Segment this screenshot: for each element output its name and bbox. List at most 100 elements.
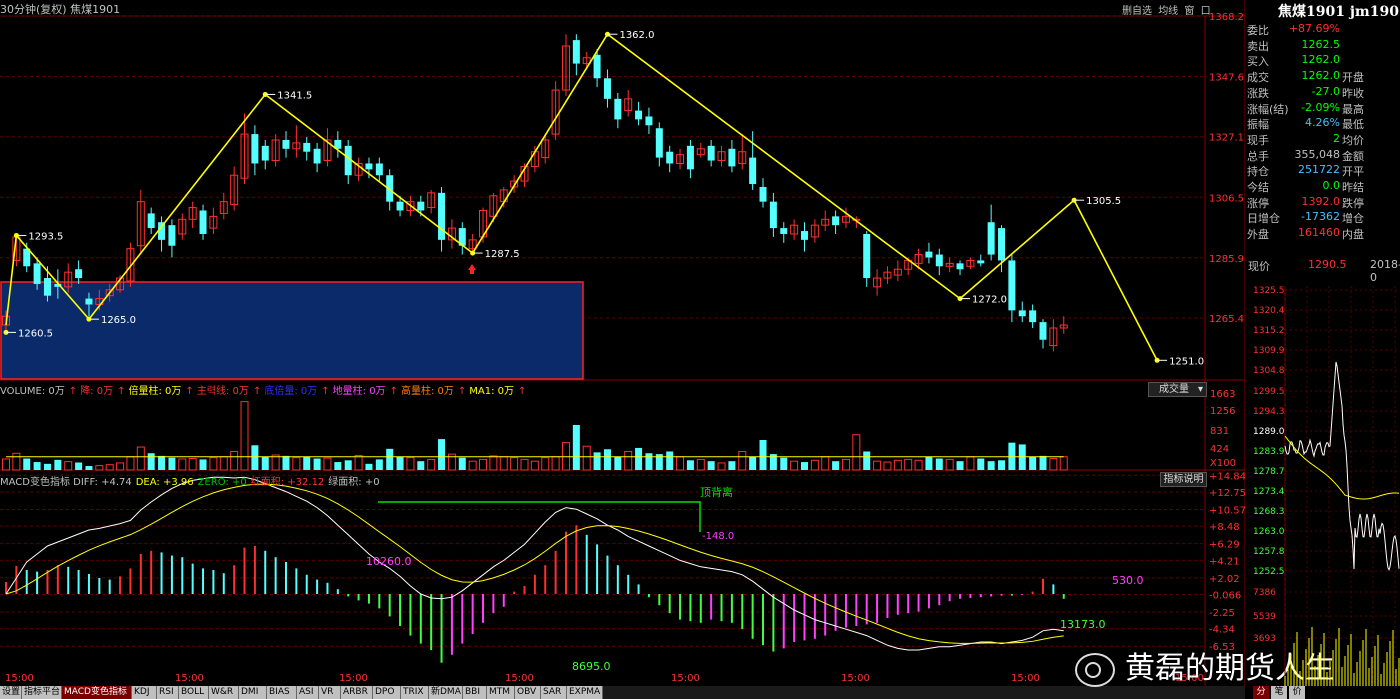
volume-bar [386, 448, 394, 470]
indicator-tab-4[interactable]: RSI [157, 686, 179, 699]
quote-label-2: 昨收 [1342, 86, 1364, 100]
support-zone-box [0, 281, 584, 380]
volume-bar [323, 457, 332, 471]
candle-body [251, 134, 259, 164]
indicator-tab-5[interactable]: BOLL [179, 686, 209, 699]
indicator-tab-9[interactable]: ASI [297, 686, 319, 699]
volume-bar [738, 450, 747, 471]
volume-bar [116, 462, 125, 471]
macd-legend: MACD变色指标 DIFF: +4.74 DEA: +3.96 ZERO: +0 红面… [0, 473, 384, 488]
candle-body [147, 213, 155, 229]
candle-body [832, 216, 840, 226]
candle-body [375, 163, 383, 176]
candle-body [199, 210, 207, 234]
volume-bar [292, 457, 301, 471]
quote-row: 日增仓 -17362 增仓 [1247, 210, 1400, 226]
indicator-tab-2[interactable]: MACD变色指标 [62, 686, 132, 699]
volume-bar [126, 456, 135, 471]
intraday-mini-chart[interactable]: 1325.5 1320.4 1315.2 1309.9 1304.8 1299.5 1294… [1245, 286, 1400, 686]
indicator-tab-10[interactable]: VR [319, 686, 341, 699]
divergence-label: 顶背离 [700, 485, 733, 499]
macd-annotation: 10260.0 [366, 555, 412, 568]
candle-body [1008, 260, 1016, 311]
quote-label-2: 开盘 [1342, 71, 1364, 85]
candle-body [75, 269, 83, 279]
volume-bar [354, 454, 363, 471]
quote-title: 焦煤1901 jm1901 [1278, 4, 1400, 20]
indicator-tab-15[interactable]: BBI [463, 686, 487, 699]
candle-body [1039, 322, 1047, 340]
volume-legend-item: VOLUME: 0万 [0, 386, 65, 397]
volume-bar [136, 446, 145, 471]
volume-bar [977, 458, 985, 470]
indicator-tab-19[interactable]: EXPMA [567, 686, 603, 699]
quote-value: 1392.0 [1301, 194, 1341, 208]
indicator-tab-7[interactable]: DMI [239, 686, 267, 699]
right-tab-2[interactable]: 价 [1289, 686, 1305, 699]
candle-body [85, 298, 93, 305]
volume-bar [624, 450, 633, 471]
candle-body [935, 254, 943, 267]
mini-tick-label: 1309.9 [1253, 346, 1285, 356]
weibo-icon [1075, 652, 1115, 687]
indicator-tab-14[interactable]: 新DMA [429, 686, 463, 699]
volume-bar [489, 455, 498, 471]
volume-bar [645, 453, 653, 470]
volume-bar [499, 456, 508, 471]
price-tick-label: 1285.9 [1209, 254, 1244, 265]
volume-bar [2, 458, 10, 471]
candle-body [780, 228, 788, 234]
candle-body [800, 231, 808, 240]
time-label: 15:00 [841, 673, 870, 684]
macd-legend-item: 绿面积: +0 [328, 477, 380, 488]
candle-body [593, 54, 601, 79]
arrow-up-icon: ↑ [185, 386, 194, 397]
quote-row: 振幅 4.26% 最低 [1247, 116, 1400, 132]
candle-body [987, 222, 995, 255]
indicator-tab-17[interactable]: OBV [515, 686, 541, 699]
indicator-tab-3[interactable]: KDJ [132, 686, 157, 699]
indicator-tab-6[interactable]: W&R [209, 686, 239, 699]
indicator-tab-8[interactable]: BIAS [267, 686, 297, 699]
volume-bar [344, 460, 352, 470]
volume-bar [510, 457, 519, 471]
volume-bar [158, 455, 166, 470]
right-tab-0[interactable]: 分 [1253, 686, 1269, 699]
candle-body [572, 40, 580, 64]
volume-bar [23, 458, 31, 470]
macd-tick-label: -0.066 [1209, 591, 1241, 602]
quote-value: 0.0 [1322, 179, 1341, 192]
candle-body [303, 142, 311, 152]
volume-bar [43, 463, 51, 470]
volume-bar [780, 457, 788, 470]
indicator-tab-1[interactable]: 指标平台 [22, 686, 62, 699]
indicator-tab-0[interactable]: 设置 [0, 686, 22, 699]
macd-tick-label: -4.34 [1209, 625, 1235, 636]
time-label: 15:00 [175, 673, 204, 684]
volume-bar [375, 459, 383, 470]
macd-tick-label: +6.29 [1209, 540, 1240, 551]
candle-body [396, 201, 404, 211]
volume-bar [427, 458, 436, 471]
volume-bar [1059, 456, 1068, 471]
volume-indicator-button[interactable]: 成交量 ▾ [1148, 382, 1207, 397]
time-label: 15:00 [1011, 673, 1040, 684]
indicator-tab-12[interactable]: DPO [373, 686, 401, 699]
arrow-up-icon: ↑ [457, 386, 467, 397]
indicator-tab-13[interactable]: TRIX [401, 686, 429, 699]
candle-body [282, 139, 290, 149]
quote-value: 2 [1333, 131, 1340, 145]
mini-tick-label: 1315.2 [1253, 326, 1285, 336]
volume-bar [168, 457, 176, 470]
indicator-tab-18[interactable]: SAR [541, 686, 567, 699]
mini-tick-label: 1325.5 [1253, 286, 1285, 296]
indicator-help-button[interactable]: 指标说明 [1160, 472, 1207, 487]
indicator-tab-16[interactable]: MTM [487, 686, 515, 699]
quote-value: 1262.0 [1301, 69, 1341, 83]
volume-tick-label: X100 [1210, 458, 1236, 469]
volume-bar [64, 461, 73, 471]
indicator-tab-11[interactable]: ARBR [341, 686, 373, 699]
right-tab-1[interactable]: 笔 [1271, 686, 1287, 699]
kline-chart[interactable]: 1368.2 1347.6 1327.1 1306.5 1285.9 1265.4 1293… [0, 0, 1245, 686]
volume-bar [303, 456, 311, 470]
